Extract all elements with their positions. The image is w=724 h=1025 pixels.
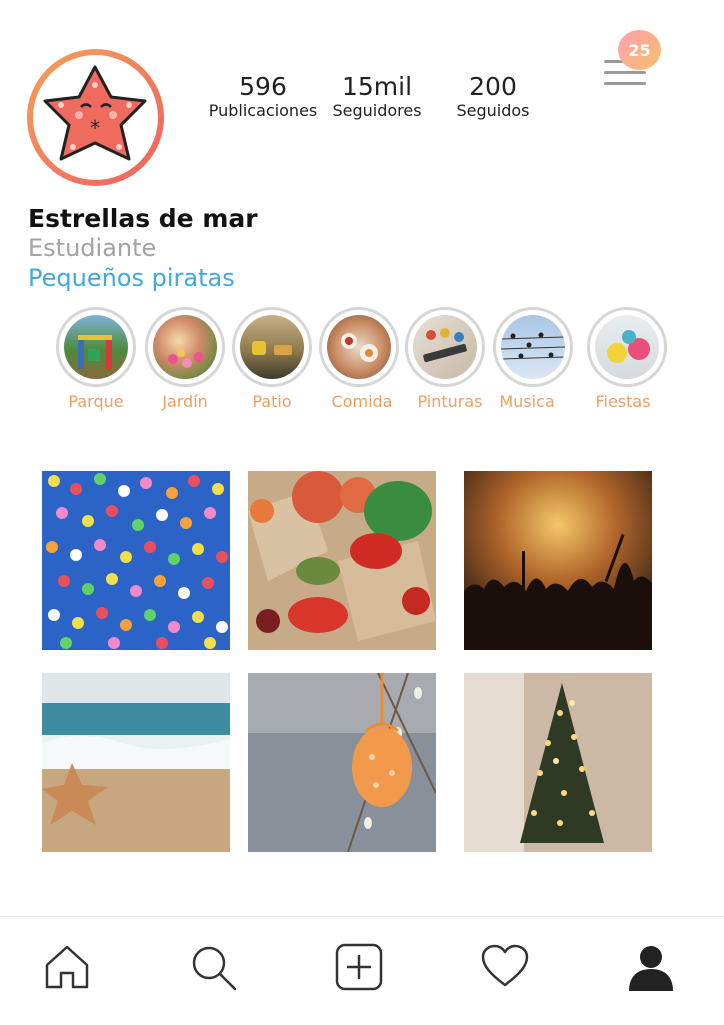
- patio-icon: [252, 341, 292, 355]
- highlight-pinturas[interactable]: [405, 307, 485, 387]
- highlight-patio[interactable]: [232, 307, 312, 387]
- concert-image: [464, 471, 652, 650]
- profile-link[interactable]: Pequeños piratas: [28, 264, 235, 292]
- post-tile-easter-egg[interactable]: [248, 673, 436, 852]
- stat-followers-value: 15mil: [341, 72, 413, 101]
- notification-badge[interactable]: 25: [618, 30, 661, 70]
- stat-following-label: Seguidos: [456, 101, 530, 120]
- easter-egg-image: [248, 673, 436, 852]
- highlight-label-patio: Patio: [252, 392, 292, 411]
- highlight-jardin[interactable]: [145, 307, 225, 387]
- heart-icon: [481, 944, 529, 987]
- post-tile-christmas-tree[interactable]: [464, 673, 652, 852]
- svg-text:*: *: [90, 116, 100, 140]
- christmas-tree-image: [464, 673, 652, 852]
- add-icon: [335, 943, 383, 991]
- paintbrush-icon: [423, 328, 467, 363]
- profile-name: Estrellas de mar: [28, 204, 258, 233]
- post-tile-vegetables[interactable]: [248, 471, 436, 650]
- profile-avatar[interactable]: *: [27, 49, 164, 186]
- balloons-image: [46, 473, 228, 649]
- vegetables-image: [248, 471, 436, 650]
- stat-following-value: 200: [469, 72, 517, 101]
- stat-posts[interactable]: 596 Publicaciones: [206, 72, 320, 120]
- highlight-label-jardin: Jardín: [162, 392, 208, 411]
- nav-add-button[interactable]: [329, 937, 389, 997]
- highlight-fiestas[interactable]: [587, 307, 667, 387]
- starfish-avatar-icon: *: [43, 65, 147, 161]
- stat-following[interactable]: 200 Seguidos: [440, 72, 546, 120]
- party-balloons-icon: [607, 330, 650, 363]
- post-tile-balloons[interactable]: [42, 471, 230, 650]
- profile-role: Estudiante: [28, 234, 157, 262]
- bottom-navigation: [0, 916, 724, 1025]
- highlight-comida[interactable]: [319, 307, 399, 387]
- stat-posts-value: 596: [239, 72, 287, 101]
- nav-home-button[interactable]: [37, 937, 97, 997]
- birds-on-wires-icon: [501, 332, 565, 360]
- stat-followers-label: Seguidores: [332, 101, 422, 120]
- nav-activity-button[interactable]: [475, 937, 535, 997]
- post-tile-concert[interactable]: [464, 471, 652, 650]
- highlight-label-fiestas: Fiestas: [595, 392, 651, 411]
- home-icon: [45, 945, 89, 989]
- nav-search-button[interactable]: [183, 937, 243, 997]
- food-icon: [341, 333, 378, 362]
- flowers-icon: [168, 349, 204, 368]
- highlight-parque[interactable]: [56, 307, 136, 387]
- search-icon: [192, 946, 237, 991]
- nav-profile-button[interactable]: [621, 937, 681, 997]
- beach-starfish-image: [42, 673, 230, 852]
- stat-posts-label: Publicaciones: [208, 101, 318, 120]
- stat-followers[interactable]: 15mil Seguidores: [324, 72, 430, 120]
- highlight-label-musica: Musica: [499, 392, 555, 411]
- highlight-musica[interactable]: [493, 307, 573, 387]
- highlight-label-parque: Parque: [68, 392, 124, 411]
- playground-icon: [78, 335, 112, 369]
- post-tile-beach[interactable]: [42, 673, 230, 852]
- profile-icon: [629, 946, 673, 991]
- highlight-label-comida: Comida: [331, 392, 393, 411]
